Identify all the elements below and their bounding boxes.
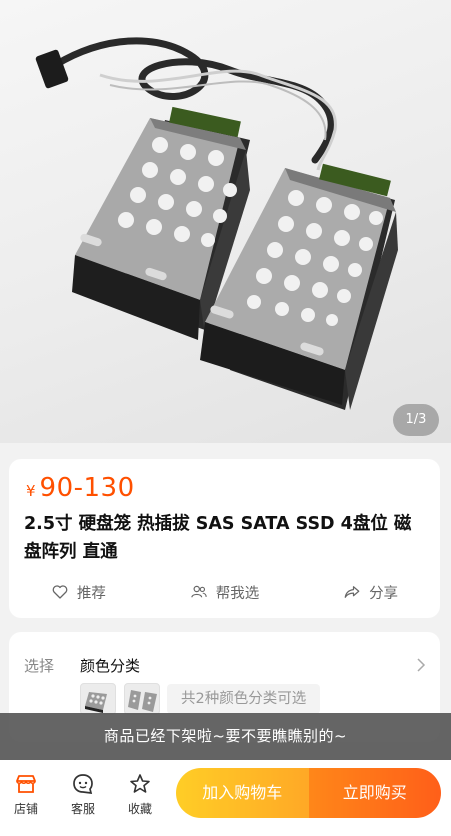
- tab-favorite[interactable]: 收藏: [114, 772, 166, 822]
- tab-favorite-label: 收藏: [127, 802, 152, 816]
- buy-now-button[interactable]: 立即购买: [308, 768, 441, 818]
- price-range: 90-130: [39, 473, 135, 503]
- tab-shop[interactable]: 店铺: [0, 772, 52, 822]
- spec-value: 颜色分类: [80, 657, 141, 675]
- variant-thumbnail-image: [85, 692, 107, 713]
- product-info-card: ¥ 90-130 2.5寸 硬盘笼 热插拔 SAS SATA SSD 4盘位 磁…: [9, 459, 440, 618]
- shop-icon: [16, 775, 36, 793]
- variant-thumbnail[interactable]: [124, 683, 160, 715]
- recommend-button[interactable]: 推荐: [51, 582, 106, 603]
- recommend-label: 推荐: [76, 585, 106, 602]
- product-title: 2.5寸 硬盘笼 热插拔 SAS SATA SSD 4盘位 磁盘阵列 直通: [24, 514, 412, 562]
- price-currency: ¥: [26, 482, 36, 500]
- toast-message: 商品已经下架啦~要不要瞧瞧别的~: [0, 713, 451, 760]
- purchase-button-group: 加入购物车 立即购买: [176, 768, 441, 818]
- variant-thumbnail-image: [128, 690, 157, 712]
- help-me-choose-label: 帮我选: [215, 585, 260, 602]
- tab-customer-service[interactable]: 客服: [57, 772, 109, 822]
- people-icon: [191, 585, 207, 598]
- price: ¥ 90-130: [26, 473, 135, 503]
- tab-service-label: 客服: [70, 802, 95, 816]
- product-actions: 推荐 帮我选 分享: [9, 577, 440, 607]
- product-photo: [35, 37, 398, 410]
- share-label: 分享: [369, 585, 399, 602]
- heart-icon: [52, 585, 68, 599]
- star-icon: [130, 774, 150, 793]
- help-me-choose-button[interactable]: 帮我选: [190, 582, 260, 603]
- bottom-action-bar: 店铺 客服 收藏 加入购物车 立即购买: [0, 760, 451, 836]
- service-icon: [73, 774, 93, 794]
- chevron-right-icon: [417, 658, 426, 672]
- variant-thumbnail[interactable]: [80, 683, 116, 715]
- spec-label: 选择: [24, 657, 55, 675]
- add-to-cart-button[interactable]: 加入购物车: [176, 768, 309, 818]
- image-counter: 1/3: [393, 404, 439, 436]
- tab-shop-label: 店铺: [13, 802, 38, 816]
- share-icon: [344, 586, 360, 598]
- product-image-gallery[interactable]: 1/3: [0, 0, 451, 443]
- variant-count-pill[interactable]: 共2种颜色分类可选: [167, 684, 321, 714]
- share-button[interactable]: 分享: [343, 582, 398, 603]
